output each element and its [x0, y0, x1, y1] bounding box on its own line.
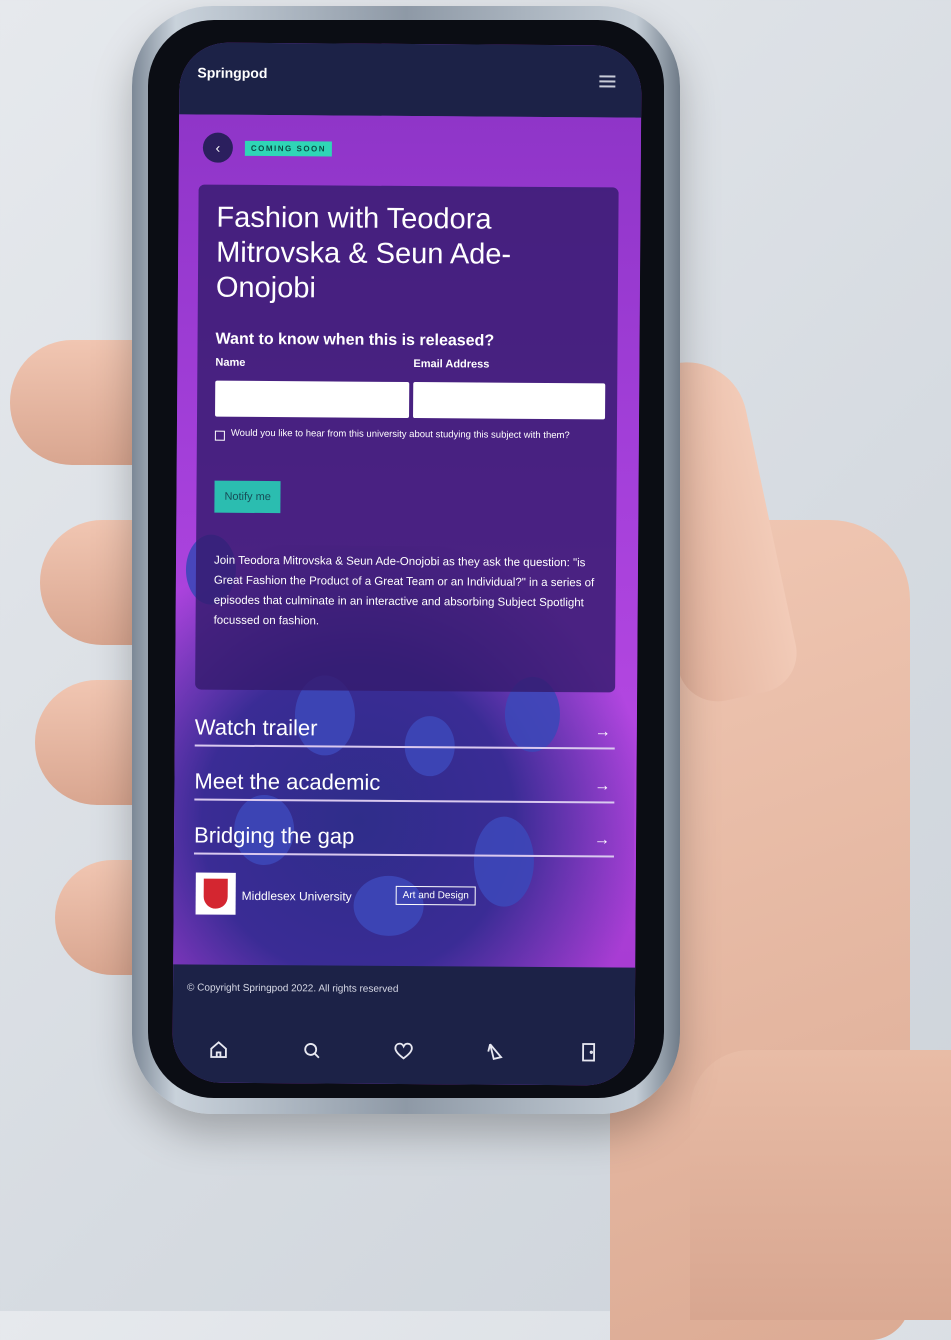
link-label: Meet the academic [194, 768, 381, 795]
bridging-gap-link[interactable]: Bridging the gap → [193, 812, 615, 858]
notify-me-button[interactable]: Notify me [214, 480, 282, 514]
meet-academic-link[interactable]: Meet the academic → [194, 758, 615, 804]
link-label: Watch trailer [194, 714, 318, 741]
email-label: Email Address [413, 358, 490, 371]
nav-explore[interactable] [476, 1031, 516, 1071]
nav-search[interactable] [291, 1030, 331, 1070]
consent-text: Would you like to hear from this univers… [230, 427, 570, 442]
bottom-nav [172, 1016, 634, 1085]
coming-soon-badge: COMING SOON [244, 140, 333, 157]
consent-checkbox[interactable] [214, 430, 225, 441]
university-name[interactable]: Middlesex University [242, 889, 352, 904]
name-input[interactable] [215, 380, 410, 419]
nav-logout[interactable] [568, 1032, 608, 1072]
rocket-icon [487, 1043, 504, 1061]
arrow-right-icon: → [594, 777, 611, 795]
springpod-logo[interactable]: Springpod [197, 65, 267, 81]
course-card: Fashion with Teodora Mitrovska & Seun Ad… [195, 184, 619, 693]
search-icon [303, 1043, 320, 1059]
arrow-right-icon: → [594, 831, 611, 849]
nav-home[interactable] [199, 1030, 239, 1070]
name-label: Name [215, 356, 246, 369]
link-label: Bridging the gap [194, 822, 355, 849]
hamburger-menu-icon[interactable] [599, 75, 616, 88]
hand-wrist [690, 1050, 951, 1320]
subject-tag[interactable]: Art and Design [395, 885, 476, 906]
email-input[interactable] [413, 382, 606, 420]
footer: © Copyright Springpod 2022. All rights r… [172, 964, 636, 1086]
home-icon [210, 1041, 228, 1059]
door-icon [581, 1043, 595, 1062]
nav-favourites[interactable] [383, 1031, 423, 1071]
heart-icon [394, 1042, 413, 1060]
notify-heading: Want to know when this is released? [215, 330, 495, 350]
course-description: Join Teodora Mitrovska & Seun Ade-Onojob… [213, 554, 595, 628]
back-button[interactable]: ‹ [202, 132, 234, 163]
phone-screen: Springpod ‹ COMING SOON Fashion with Teo… [172, 42, 642, 1086]
arrow-right-icon: → [594, 723, 611, 741]
copyright-text: © Copyright Springpod 2022. All rights r… [186, 982, 399, 995]
top-bar: Springpod [179, 42, 642, 118]
watch-trailer-link[interactable]: Watch trailer → [194, 704, 616, 750]
university-logo[interactable] [195, 872, 236, 915]
course-title: Fashion with Teodora Mitrovska & Seun Ad… [215, 201, 512, 305]
